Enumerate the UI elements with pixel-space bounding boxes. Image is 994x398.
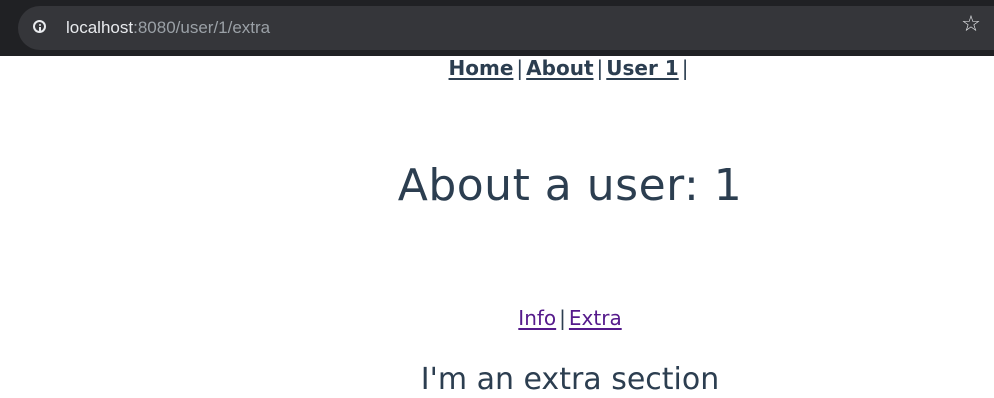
- main-nav: Home | About | User 1 |: [0, 56, 994, 80]
- page-title: About a user: 1: [397, 160, 743, 211]
- section-title: I'm an extra section: [420, 362, 720, 397]
- url-text[interactable]: localhost:8080/user/1/extra: [66, 17, 270, 39]
- nav-link-about[interactable]: About: [526, 56, 593, 80]
- nav-separator: |: [596, 56, 604, 80]
- nav-separator: |: [516, 56, 524, 80]
- info-icon[interactable]: [33, 20, 46, 33]
- sub-nav: Info | Extra: [0, 305, 994, 331]
- subnav-separator: |: [559, 306, 566, 330]
- star-icon[interactable]: ☆: [960, 14, 982, 36]
- url-path: :8080/user/1/extra: [133, 18, 271, 37]
- nav-link-user-1[interactable]: User 1: [606, 56, 678, 80]
- nav-link-home[interactable]: Home: [449, 56, 514, 80]
- browser-toolbar: localhost:8080/user/1/extra ☆: [0, 0, 994, 56]
- nav-separator: |: [681, 56, 689, 80]
- url-host: localhost: [66, 18, 134, 37]
- subnav-link-info[interactable]: Info: [518, 306, 556, 330]
- subnav-link-extra[interactable]: Extra: [569, 306, 622, 330]
